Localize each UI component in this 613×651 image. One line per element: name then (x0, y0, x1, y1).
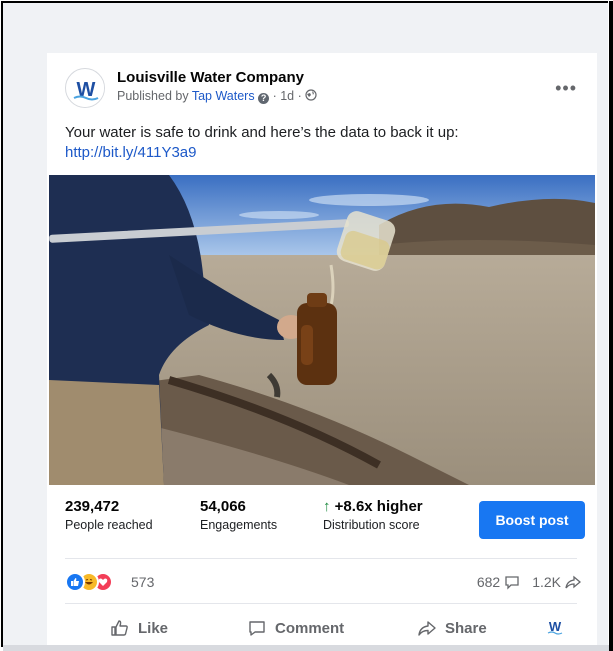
page-logo-icon: W (547, 619, 563, 635)
like-reaction-icon (65, 572, 85, 592)
comment-label: Comment (275, 619, 345, 637)
divider-2 (65, 603, 577, 604)
frame-edge (609, 1, 613, 651)
share-count-icon (565, 575, 581, 589)
engagements-label: Engagements (200, 518, 278, 532)
page-avatar[interactable]: W (65, 68, 105, 108)
published-prefix: Published by (117, 89, 189, 103)
post-meta: Published by Tap Waters ? · 1d · (117, 89, 317, 104)
reactions-bar: 573 682 1.2K (65, 572, 581, 594)
meta-separator: · (272, 89, 277, 103)
post-photo[interactable] (49, 175, 595, 485)
bottom-strip (3, 645, 609, 651)
comment-button[interactable]: Comment (247, 618, 344, 638)
post-actions: Like Comment Share W (65, 618, 581, 640)
distribution-value: +8.6x higher (334, 498, 423, 515)
engagements-stat[interactable]: 54,066 Engagements (200, 498, 277, 532)
globe-icon (305, 89, 317, 101)
publisher-link[interactable]: Tap Waters (192, 89, 255, 103)
comment-count-icon (505, 576, 519, 590)
page-name[interactable]: Louisville Water Company (117, 69, 304, 86)
comment-icon (249, 621, 265, 636)
share-button[interactable]: Share (417, 618, 487, 638)
like-button[interactable]: Like (110, 618, 168, 638)
boost-post-button[interactable]: Boost post (479, 501, 585, 539)
share-label: Share (445, 619, 487, 637)
reaction-count[interactable]: 573 (131, 574, 154, 590)
caption-link[interactable]: http://bit.ly/411Y3a9 (65, 143, 565, 163)
arrow-up-icon: ↑ (323, 498, 331, 515)
post-header: W Louisville Water Company Published by … (65, 66, 585, 110)
logo-icon: W (67, 70, 104, 107)
like-label: Like (138, 619, 169, 637)
distribution-stat[interactable]: ↑ +8.6x higher Distribution score (323, 498, 423, 532)
reaction-icons[interactable] (65, 572, 113, 592)
help-icon[interactable]: ? (258, 93, 270, 104)
more-options-icon[interactable]: ••• (555, 78, 577, 99)
thumbs-up-icon (111, 620, 128, 636)
post-card: W Louisville Water Company Published by … (47, 53, 597, 647)
distribution-label: Distribution score (323, 518, 420, 532)
post-caption: Your water is safe to drink and here’s t… (65, 123, 565, 163)
share-icon (418, 621, 436, 636)
engagements-value: 54,066 (200, 498, 246, 515)
post-age[interactable]: 1d (280, 89, 294, 103)
people-reached-stat[interactable]: 239,472 People reached (65, 498, 153, 532)
post-insights: 239,472 People reached 54,066 Engagement… (65, 498, 585, 548)
people-reached-label: People reached (65, 518, 153, 532)
page-switcher-button[interactable]: W (546, 618, 564, 636)
share-count[interactable]: 1.2K (532, 574, 561, 590)
screenshot-frame: W Louisville Water Company Published by … (1, 1, 608, 647)
water-sample-photo (49, 175, 595, 485)
comment-count[interactable]: 682 (477, 574, 500, 590)
people-reached-value: 239,472 (65, 498, 120, 515)
caption-text: Your water is safe to drink and here’s t… (65, 124, 459, 141)
meta-separator-2: · (297, 89, 302, 103)
engagement-counts: 682 1.2K (477, 574, 581, 590)
divider (65, 558, 577, 559)
